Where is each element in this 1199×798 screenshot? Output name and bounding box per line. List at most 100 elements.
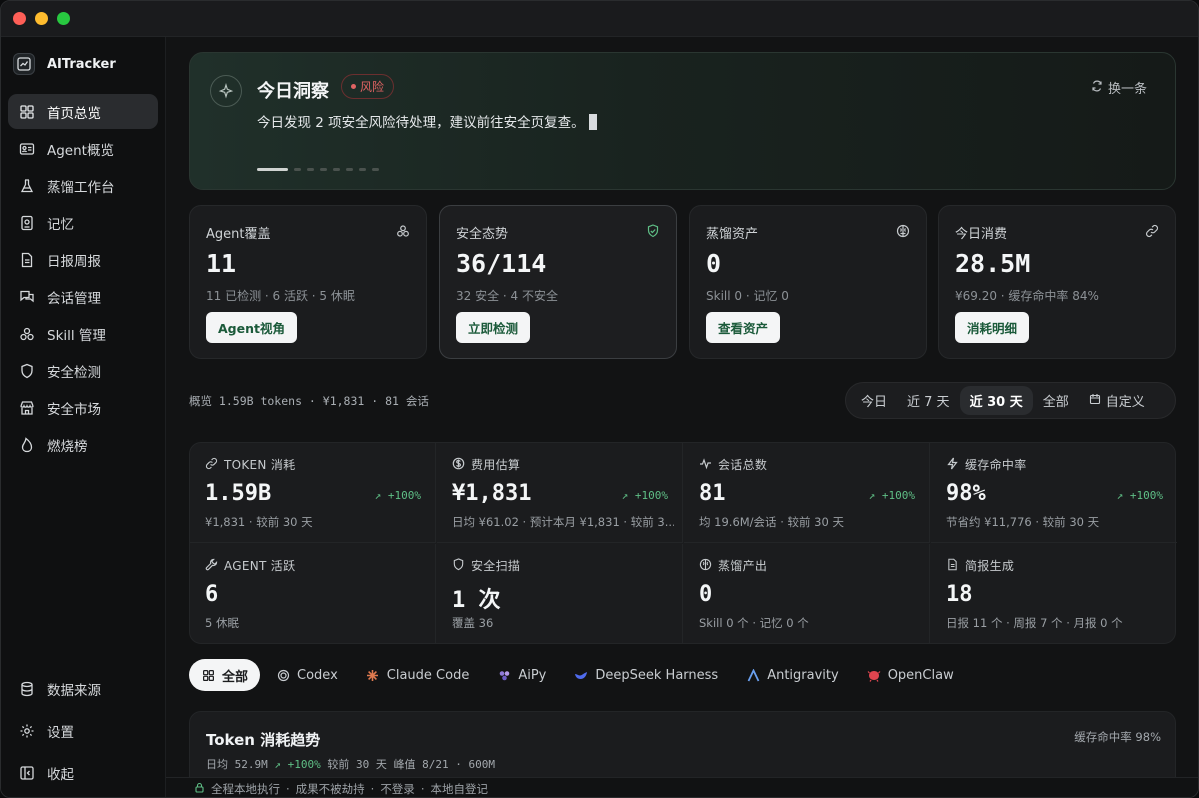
pagination-dot[interactable] bbox=[372, 168, 379, 171]
collapse-icon bbox=[19, 765, 35, 781]
view-assets-button[interactable]: 查看资产 bbox=[706, 312, 781, 343]
footer-item: 本地自登记 bbox=[430, 781, 488, 796]
pagination-dot[interactable] bbox=[294, 168, 301, 171]
agent-view-button[interactable]: Agent视角 bbox=[206, 312, 297, 343]
filter-label: DeepSeek Harness bbox=[595, 667, 719, 683]
card-distill-assets: 蒸馏资产 0 Skill 0 · 记忆 0 查看资产 bbox=[689, 205, 927, 359]
insight-banner: 今日洞察 风险 今日发现 2 项安全风险待处理，建议前往安全页复查。 换一条 bbox=[189, 52, 1176, 190]
sidebar-item-data-source[interactable]: 数据来源 bbox=[8, 669, 158, 709]
sidebar-item-label: 安全市场 bbox=[47, 401, 101, 418]
stat-label-text: 费用估算 bbox=[471, 458, 521, 472]
card-value: 28.5M bbox=[955, 249, 1031, 278]
range-custom[interactable]: 自定义 bbox=[1079, 386, 1155, 415]
minimize-window-button[interactable] bbox=[35, 12, 48, 25]
range-all[interactable]: 全部 bbox=[1033, 386, 1079, 415]
flame-icon bbox=[19, 436, 35, 453]
sidebar-item-memory[interactable]: 记忆 bbox=[8, 205, 158, 240]
sidebar-item-security[interactable]: 安全检测 bbox=[8, 353, 158, 388]
filter-antigravity[interactable]: Antigravity bbox=[734, 659, 851, 691]
stats-grid: TOKEN 消耗 1.59B ↗ +100% ¥1,831 · 较前 30 天 … bbox=[189, 442, 1177, 644]
stat-label: 蒸馏产出 bbox=[699, 557, 767, 574]
stat-session-count[interactable]: 会话总数 81 ↗ +100% 均 19.6M/会话 · 较前 30 天 bbox=[684, 443, 930, 543]
range-30-days[interactable]: 近 30 天 bbox=[959, 386, 1033, 415]
deepseek-icon bbox=[574, 668, 588, 682]
stat-label: 安全扫描 bbox=[452, 557, 520, 574]
filter-claude-code[interactable]: Claude Code bbox=[354, 659, 482, 691]
pagination-dot[interactable] bbox=[333, 168, 340, 171]
filter-codex[interactable]: Codex bbox=[264, 659, 350, 691]
codex-icon bbox=[276, 668, 290, 682]
sidebar-item-distill[interactable]: 蒸馏工作台 bbox=[8, 168, 158, 203]
filter-openclaw[interactable]: OpenClaw bbox=[855, 659, 966, 691]
stat-subtitle: 覆盖 36 bbox=[452, 616, 494, 630]
shield-check-icon bbox=[646, 224, 660, 238]
stat-subtitle: Skill 0 个 · 记忆 0 个 bbox=[699, 616, 809, 630]
stat-label-text: 蒸馏产出 bbox=[718, 559, 768, 573]
agent-filter-tabs: 全部 Codex Claude Code AiPy DeepSeek Harne… bbox=[189, 659, 966, 691]
pagination-dot[interactable] bbox=[359, 168, 366, 171]
stat-distill-output[interactable]: 蒸馏产出 0 Skill 0 个 · 记忆 0 个 bbox=[684, 544, 930, 644]
memory-icon bbox=[19, 215, 35, 231]
card-agent-coverage: Agent覆盖 11 11 已检测 · 6 活跃 · 5 休眠 Agent视角 bbox=[189, 205, 427, 359]
trend-title: Token 消耗趋势 bbox=[206, 731, 321, 749]
spend-detail-button[interactable]: 消耗明细 bbox=[955, 312, 1030, 343]
sparkle-icon bbox=[210, 75, 242, 107]
footer-item: 成果不被劫持 bbox=[295, 781, 365, 796]
pagination-dot[interactable] bbox=[257, 168, 288, 171]
filter-deepseek-harness[interactable]: DeepSeek Harness bbox=[562, 659, 730, 691]
sidebar-item-sessions[interactable]: 会话管理 bbox=[8, 279, 158, 314]
range-7-days[interactable]: 近 7 天 bbox=[897, 386, 960, 415]
sidebar-item-market[interactable]: 安全市场 bbox=[8, 390, 158, 425]
maximize-window-button[interactable] bbox=[57, 12, 70, 25]
stat-cost-estimate[interactable]: 费用估算 ¥1,831 ↗ +100% 日均 ¥61.02 · 预计本月 ¥1,… bbox=[437, 443, 683, 543]
detect-now-button[interactable]: 立即检测 bbox=[456, 312, 531, 343]
filter-label: 全部 bbox=[222, 669, 249, 685]
stat-subtitle: ¥1,831 · 较前 30 天 bbox=[205, 515, 313, 529]
footer-item: 全程本地执行 bbox=[211, 781, 280, 796]
stat-subtitle: 日均 ¥61.02 · 预计本月 ¥1,831 · 较前 3... bbox=[452, 515, 674, 529]
card-value: 0 bbox=[706, 249, 722, 278]
stat-value: 98% bbox=[946, 481, 986, 506]
stat-briefing[interactable]: 简报生成 18 日报 11 个 · 周报 7 个 · 月报 0 个 bbox=[931, 544, 1177, 644]
sidebar-item-label: 记忆 bbox=[47, 216, 74, 233]
sidebar-item-reports[interactable]: 日报周报 bbox=[8, 242, 158, 277]
calendar-icon bbox=[1089, 393, 1101, 409]
stat-security-scan[interactable]: 安全扫描 1 次 覆盖 36 bbox=[437, 544, 683, 644]
stat-token-usage[interactable]: TOKEN 消耗 1.59B ↗ +100% ¥1,831 · 较前 30 天 bbox=[190, 443, 436, 543]
stat-label: TOKEN 消耗 bbox=[205, 456, 295, 473]
refresh-insight-button[interactable]: 换一条 bbox=[1091, 78, 1147, 97]
typing-cursor bbox=[588, 114, 597, 130]
close-window-button[interactable] bbox=[13, 12, 26, 25]
range-today[interactable]: 今日 bbox=[851, 386, 897, 415]
grid-icon bbox=[201, 668, 215, 682]
stat-cache-hit-rate[interactable]: 缓存命中率 98% ↗ +100% 节省约 ¥11,776 · 较前 30 天 bbox=[931, 443, 1177, 543]
footer-item: 不登录 bbox=[380, 781, 415, 796]
brand[interactable]: AITracker bbox=[13, 51, 116, 77]
gear-icon bbox=[19, 723, 35, 739]
stat-agent-active[interactable]: AGENT 活跃 6 5 休眠 bbox=[190, 544, 436, 644]
app-name: AITracker bbox=[47, 56, 116, 72]
filter-label: Codex bbox=[297, 667, 338, 683]
shield-icon bbox=[19, 363, 35, 379]
sidebar-item-collapse[interactable]: 收起 bbox=[8, 753, 158, 793]
stat-trend: ↗ +100% bbox=[621, 489, 668, 502]
filter-aipy[interactable]: AiPy bbox=[485, 659, 558, 691]
sidebar-item-home[interactable]: 首页总览 bbox=[8, 94, 158, 129]
pagination-dot[interactable] bbox=[346, 168, 353, 171]
pagination-dot[interactable] bbox=[320, 168, 327, 171]
sidebar-item-burn[interactable]: 燃烧榜 bbox=[8, 427, 158, 462]
database-icon bbox=[19, 681, 35, 697]
cluster-icon bbox=[396, 224, 410, 238]
sidebar-item-settings[interactable]: 设置 bbox=[8, 711, 158, 751]
stat-label-text: TOKEN 消耗 bbox=[224, 458, 296, 472]
filter-all[interactable]: 全部 bbox=[189, 659, 261, 691]
sidebar-item-label: 数据来源 bbox=[47, 683, 101, 699]
sidebar-item-skill[interactable]: Skill 管理 bbox=[8, 316, 158, 351]
bolt-icon bbox=[946, 457, 959, 473]
flask-icon bbox=[19, 178, 35, 194]
pagination-dot[interactable] bbox=[307, 168, 314, 171]
stat-label: AGENT 活跃 bbox=[205, 557, 295, 574]
sidebar-item-agent[interactable]: Agent概览 bbox=[8, 131, 158, 166]
sidebar-nav: 首页总览 Agent概览 蒸馏工作台 记忆 日报周报 会话管理 Skill 管理… bbox=[8, 94, 158, 464]
stat-value: 1 次 bbox=[452, 588, 501, 613]
